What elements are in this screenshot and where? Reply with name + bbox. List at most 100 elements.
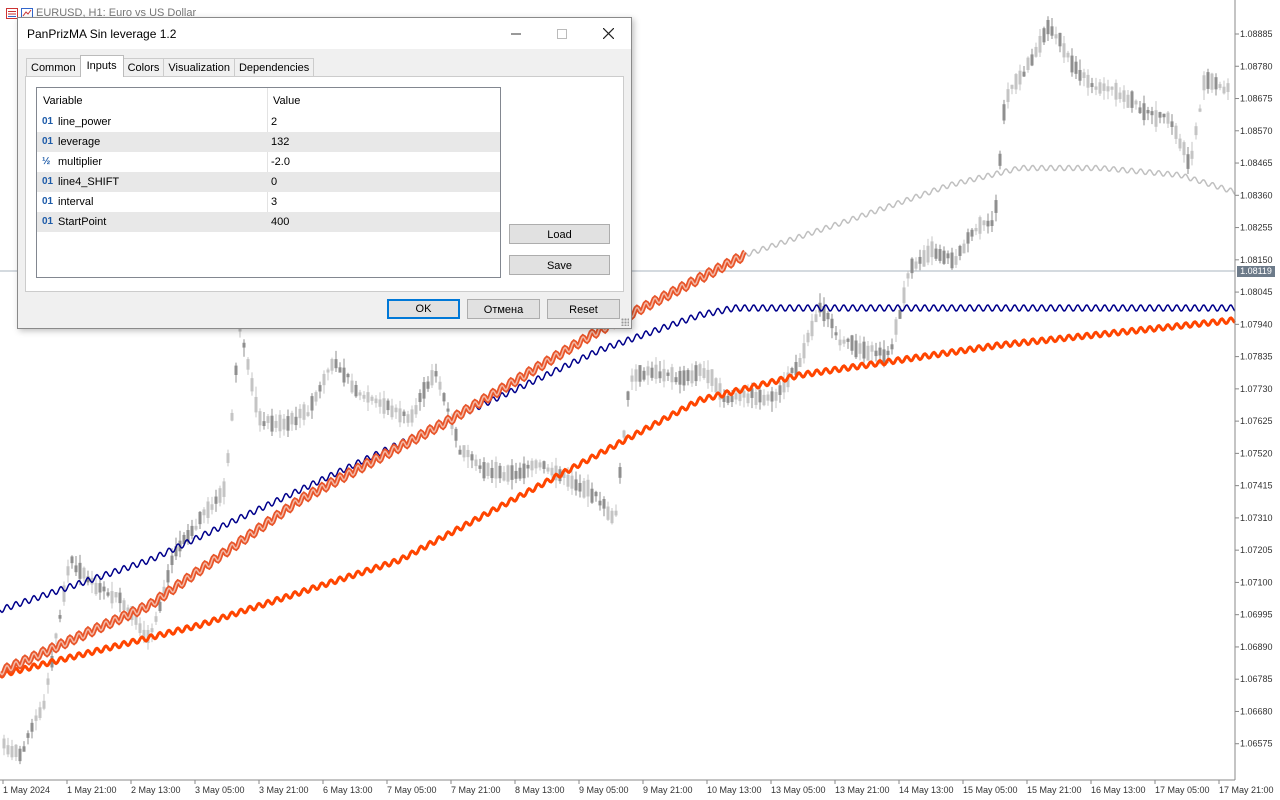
price-label: 1.07835: [1240, 352, 1273, 362]
row-value[interactable]: 3: [271, 196, 277, 208]
candle-body: [114, 592, 118, 598]
reset-button[interactable]: Reset: [547, 299, 620, 319]
table-row[interactable]: 01 line4_SHIFT 0: [37, 172, 500, 192]
candle-body: [326, 369, 330, 373]
candle-body: [438, 381, 442, 390]
candle-body: [470, 454, 474, 461]
tab-colors[interactable]: Colors: [122, 58, 165, 77]
candle-body: [318, 385, 322, 392]
resize-grip-icon[interactable]: [621, 318, 629, 326]
candle-body: [1098, 82, 1102, 94]
candle-body: [1102, 83, 1106, 91]
tab-inputs[interactable]: Inputs: [79, 55, 124, 77]
time-label: 9 May 21:00: [643, 785, 693, 795]
candle-body: [430, 370, 434, 386]
row-value[interactable]: 0: [271, 176, 277, 188]
close-button[interactable]: [585, 18, 631, 49]
time-label: 1 May 21:00: [67, 785, 117, 795]
candle-body: [530, 460, 534, 471]
candle-body: [742, 390, 746, 398]
candle-body: [502, 472, 506, 481]
price-label: 1.07415: [1240, 481, 1273, 491]
price-label: 1.06890: [1240, 642, 1273, 652]
minimize-button[interactable]: [493, 18, 539, 49]
dialog-titlebar[interactable]: PanPrizMA Sin leverage 1.2: [18, 18, 631, 49]
tab-common[interactable]: Common: [26, 58, 81, 77]
candle-body: [342, 367, 346, 383]
candle-body: [106, 592, 110, 596]
candle-body: [698, 364, 702, 376]
candle-body: [1046, 19, 1050, 35]
candle-body: [278, 414, 282, 432]
candle-body: [418, 392, 422, 403]
candle-body: [474, 459, 478, 467]
candle-body: [890, 344, 894, 350]
price-label: 1.06995: [1240, 610, 1273, 620]
candle-body: [966, 232, 970, 244]
candle-body: [658, 371, 662, 379]
candle-body: [138, 623, 142, 634]
candle-body: [2, 738, 6, 749]
candle-body: [958, 245, 962, 256]
price-label: 1.08780: [1240, 61, 1273, 71]
candle-body: [1170, 121, 1174, 128]
column-header-variable[interactable]: Variable: [43, 95, 83, 107]
candle-body: [1194, 126, 1198, 136]
candle-body: [538, 462, 542, 468]
candle-body: [842, 339, 846, 344]
candle-body: [290, 412, 294, 425]
candle-body: [314, 392, 318, 402]
table-row[interactable]: 01 interval 3: [37, 192, 500, 212]
candle-body: [406, 414, 410, 423]
row-value[interactable]: 132: [271, 136, 289, 148]
cancel-button[interactable]: Отмена: [467, 299, 540, 319]
row-value[interactable]: -2.0: [271, 156, 290, 168]
candle-body: [1034, 46, 1038, 57]
candle-body: [510, 465, 514, 480]
table-row[interactable]: ½ multiplier -2.0: [37, 152, 500, 172]
tab-visualization[interactable]: Visualization: [163, 58, 235, 77]
candle-body: [1058, 32, 1062, 47]
candle-body: [546, 467, 550, 472]
load-button[interactable]: Load: [509, 224, 610, 244]
candle-body: [1030, 54, 1034, 66]
candle-body: [394, 407, 398, 413]
table-row[interactable]: 01 StartPoint 400: [37, 212, 500, 232]
tab-bar: Common Inputs Colors Visualization Depen…: [26, 55, 315, 77]
candle-body: [1218, 84, 1222, 89]
candle-body: [870, 345, 874, 352]
candle-body: [726, 395, 730, 403]
table-row[interactable]: 01 leverage 132: [37, 132, 500, 152]
candle-body: [1214, 77, 1218, 90]
candle-body: [226, 453, 230, 463]
candle-body: [1150, 111, 1154, 116]
candle-body: [1106, 86, 1110, 92]
ma-line-gray: [744, 164, 1236, 257]
column-header-value[interactable]: Value: [273, 95, 300, 107]
candle-body: [986, 220, 990, 227]
maximize-button[interactable]: [539, 18, 585, 49]
candle-body: [682, 370, 686, 386]
price-label: 1.07310: [1240, 513, 1273, 523]
time-label: 9 May 05:00: [579, 785, 629, 795]
ok-button[interactable]: OK: [387, 299, 460, 319]
candle-body: [1022, 71, 1026, 77]
candle-body: [914, 261, 918, 269]
candle-body: [374, 398, 378, 404]
row-value[interactable]: 2: [271, 116, 277, 128]
candle-body: [370, 396, 374, 401]
candle-body: [306, 412, 310, 416]
candle-body: [814, 314, 818, 323]
table-row[interactable]: 01 line_power 2: [37, 112, 500, 132]
candle-body: [1082, 72, 1086, 78]
candle-body: [894, 319, 898, 335]
candle-body: [1182, 142, 1186, 156]
candle-body: [154, 616, 158, 622]
ma-line-orange: [0, 316, 1236, 679]
save-button[interactable]: Save: [509, 255, 610, 275]
time-label: 3 May 21:00: [259, 785, 309, 795]
row-value[interactable]: 400: [271, 216, 289, 228]
candle-body: [974, 228, 978, 232]
tab-dependencies[interactable]: Dependencies: [233, 58, 315, 77]
price-label: 1.08255: [1240, 223, 1273, 233]
